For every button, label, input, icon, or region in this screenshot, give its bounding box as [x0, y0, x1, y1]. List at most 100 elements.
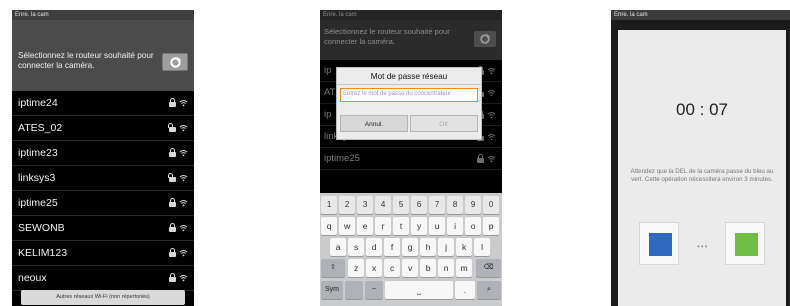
key-i[interactable]: i: [447, 217, 464, 235]
led-wait-screen: Enre. la cam 00 : 07 Attendez que la DEL…: [611, 10, 790, 306]
key-b[interactable]: b: [420, 259, 437, 277]
unlock-icon: [168, 173, 176, 182]
network-row[interactable]: linksys3: [12, 166, 194, 191]
key-w[interactable]: w: [339, 217, 356, 235]
key-2[interactable]: 2: [339, 196, 356, 214]
countdown-timer: 00 : 07: [676, 100, 728, 119]
network-name: linksys3: [18, 172, 56, 184]
wifi-icon: [179, 199, 188, 206]
led-instruction-text: Attendez que la DEL de la caméra passe d…: [630, 168, 774, 183]
network-name: neoux: [18, 272, 47, 284]
wifi-icon: [179, 249, 188, 256]
key-9[interactable]: 9: [465, 196, 482, 214]
router-prompt-text: Sélectionnez le routeur souhaité pour co…: [324, 27, 450, 46]
wifi-icon: [179, 274, 188, 281]
network-name: ATES_02: [18, 122, 63, 134]
key-x[interactable]: x: [366, 259, 383, 277]
network-row[interactable]: iptime25: [12, 191, 194, 216]
led-after-box: [725, 222, 765, 265]
backspace-key[interactable]: ⌫: [476, 259, 501, 277]
key-n[interactable]: n: [438, 259, 455, 277]
search-key[interactable]: ⌕: [477, 281, 501, 299]
network-list: iptime24 ATES_02 iptime23 linksys3 iptime25 S…: [12, 91, 194, 291]
key-t[interactable]: t: [393, 217, 410, 235]
key-s[interactable]: s: [348, 238, 365, 256]
key-6[interactable]: 6: [411, 196, 428, 214]
led-blue-indicator: [649, 233, 672, 256]
key-f[interactable]: f: [384, 238, 401, 256]
wifi-icon: [487, 89, 496, 96]
network-name: AT: [324, 87, 336, 98]
key-0[interactable]: 0: [483, 196, 500, 214]
key-k[interactable]: k: [456, 238, 473, 256]
key-z[interactable]: z: [348, 259, 365, 277]
router-prompt-panel: Sélectionnez le routeur souhaité pour co…: [12, 20, 194, 91]
lock-icon: [169, 98, 176, 107]
key-y[interactable]: y: [411, 217, 428, 235]
password-entry-screen: Enre. la cam Sélectionnez le routeur sou…: [320, 10, 502, 306]
wifi-icon: [179, 174, 188, 181]
cancel-button[interactable]: Annul.: [340, 115, 408, 132]
key-o[interactable]: o: [465, 217, 482, 235]
other-networks-button[interactable]: Autres réseaux Wi-Fi (non répertoriés): [21, 290, 185, 305]
wifi-icon: [179, 224, 188, 231]
refresh-icon: [170, 56, 182, 68]
network-row-dimmed: iptime25: [320, 148, 502, 170]
ok-button[interactable]: OK: [410, 115, 478, 132]
wifi-icon: [487, 67, 496, 74]
key-c[interactable]: c: [384, 259, 401, 277]
progress-dots: •••: [697, 242, 709, 251]
key-l[interactable]: l: [474, 238, 491, 256]
key-4[interactable]: 4: [375, 196, 392, 214]
refresh-button[interactable]: [474, 31, 496, 47]
router-prompt-panel: Sélectionnez le routeur souhaité pour co…: [320, 20, 502, 60]
network-row[interactable]: ATES_02: [12, 116, 194, 141]
key-p[interactable]: p: [483, 217, 500, 235]
key-j[interactable]: j: [438, 238, 455, 256]
key-g[interactable]: g: [402, 238, 419, 256]
key-7[interactable]: 7: [429, 196, 446, 214]
period-key[interactable]: .: [455, 281, 475, 299]
network-name: KELIM123: [18, 247, 68, 259]
key-m[interactable]: m: [456, 259, 473, 277]
key-v[interactable]: v: [402, 259, 419, 277]
network-select-screen: Enre. la cam Sélectionnez le routeur sou…: [12, 10, 194, 306]
wifi-icon: [487, 155, 496, 162]
dialog-title: Mot de passe réseau: [337, 68, 481, 85]
network-row[interactable]: SEWONB: [12, 216, 194, 241]
app-titlebar: Enre. la cam: [320, 10, 502, 20]
key-e[interactable]: e: [357, 217, 374, 235]
space-bar[interactable]: ⎵: [385, 281, 453, 299]
key-3[interactable]: 3: [357, 196, 374, 214]
key-u[interactable]: u: [429, 217, 446, 235]
refresh-button[interactable]: [162, 53, 188, 71]
app-titlebar: Enre. la cam: [611, 10, 790, 20]
lock-icon: [169, 148, 176, 157]
key-d[interactable]: d: [366, 238, 383, 256]
key-8[interactable]: 8: [447, 196, 464, 214]
key-h[interactable]: h: [420, 238, 437, 256]
network-row[interactable]: KELIM123: [12, 241, 194, 266]
password-input[interactable]: Entrez le mot de passe du concentrateur: [340, 88, 478, 102]
shift-key[interactable]: ⇧: [321, 259, 345, 277]
emoji-key[interactable]: [345, 281, 363, 299]
wifi-icon: [179, 149, 188, 156]
unlock-icon: [168, 123, 176, 132]
key-a[interactable]: a: [330, 238, 347, 256]
key-1[interactable]: 1: [321, 196, 338, 214]
network-name: iptime25: [18, 197, 58, 209]
network-row[interactable]: iptime24: [12, 91, 194, 116]
key-r[interactable]: r: [375, 217, 392, 235]
network-row[interactable]: iptime23: [12, 141, 194, 166]
key-5[interactable]: 5: [393, 196, 410, 214]
router-prompt-text: Sélectionnez le routeur souhaité pour co…: [18, 51, 154, 70]
lock-icon: [169, 198, 176, 207]
sym-key[interactable]: Sym: [321, 281, 343, 299]
network-name: ip: [324, 109, 332, 120]
key-q[interactable]: q: [321, 217, 338, 235]
tilde-key[interactable]: ~: [365, 281, 383, 299]
network-name: iptime23: [18, 147, 58, 159]
network-name: ip: [324, 65, 332, 76]
lock-icon: [169, 223, 176, 232]
network-row[interactable]: neoux: [12, 266, 194, 291]
